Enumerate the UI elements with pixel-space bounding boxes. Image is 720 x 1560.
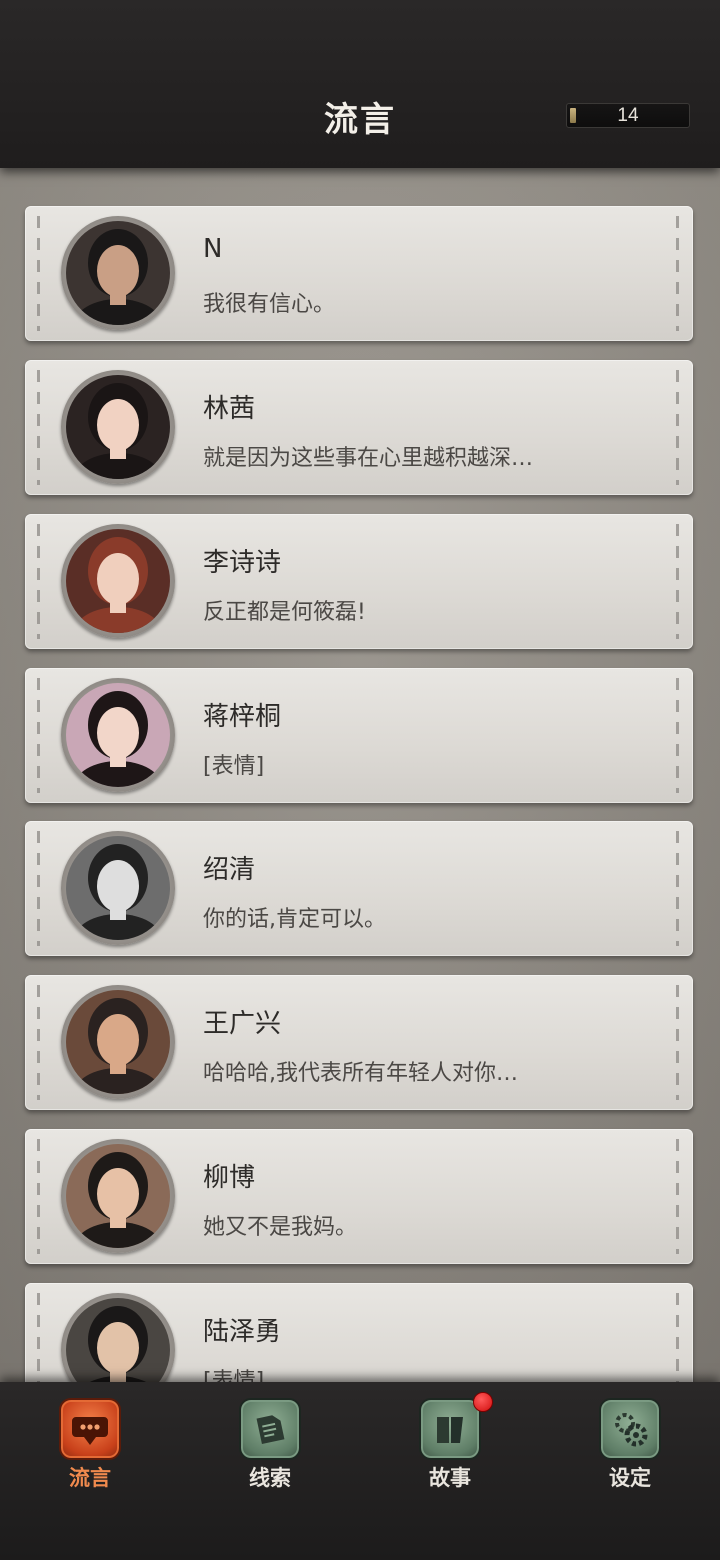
contact-name: 王广兴 [203,1009,282,1039]
bottom-navigation: 流言 线索 故事 设定 [0,1382,720,1560]
message-preview: 哈哈哈,我代表所有年轻人对你… [203,1061,518,1086]
message-preview: 你的话,肯定可以。 [203,907,386,932]
shaoqing-avatar [66,836,170,940]
message-preview: 她又不是我妈。 [203,1215,358,1240]
linxi-avatar [66,375,170,479]
contact-card[interactable]: 王广兴哈哈哈,我代表所有年轻人对你… [25,975,693,1110]
card-stitching [676,831,679,946]
avatar-frame [61,1293,175,1382]
message-preview: 我很有信心。 [203,292,336,317]
avatar-frame [61,370,175,484]
message-preview: 就是因为这些事在心里越积越深… [203,446,534,471]
nav-story[interactable]: 故事 [395,1392,505,1498]
card-stitching [37,1139,40,1254]
contact-card[interactable]: 林茜就是因为这些事在心里越积越深… [25,360,693,495]
nav-rumors[interactable]: 流言 [35,1398,145,1498]
gear-icon [599,1398,661,1460]
contact-card[interactable]: 绍清你的话,肯定可以。 [25,821,693,956]
card-stitching [37,524,40,639]
message-preview: [表情] [203,754,265,779]
contact-card[interactable]: 李诗诗反正都是何筱磊! [25,514,693,649]
contact-card[interactable]: 陆泽勇 [表情] [25,1283,693,1382]
contact-name: 林茜 [203,394,256,424]
card-stitching [676,370,679,485]
card-stitching [37,985,40,1100]
nav-label-settings: 设定 [609,1465,651,1490]
card-stitching [37,370,40,485]
nav-label-clues: 线索 [249,1465,291,1490]
counter-value: 14 [617,105,639,126]
message-preview: 反正都是何筱磊! [203,600,366,625]
card-stitching [676,524,679,639]
top-header: 流言 14 [0,0,720,168]
avatar-frame [61,216,175,330]
rumor-list[interactable]: N 我很有信心。林茜就是因为这些事在心里越积越深… 李诗诗反正都是何筱磊! 蒋梓桐 [表… [0,168,720,1382]
counter-badge: 14 [566,103,690,128]
card-stitching [676,1293,679,1382]
book-icon [419,1398,481,1460]
chat-bubble-icon [59,1398,121,1460]
luzeyong-avatar [66,1298,170,1382]
card-stitching [37,831,40,946]
nav-settings[interactable]: 设定 [575,1398,685,1498]
contact-name: 李诗诗 [203,548,282,578]
card-stitching [676,1139,679,1254]
contact-name: 蒋梓桐 [203,702,282,732]
contact-card[interactable]: 蒋梓桐 [表情] [25,668,693,803]
n-avatar [66,221,170,325]
lishishi-avatar [66,529,170,633]
message-preview: [表情] [203,1369,265,1382]
card-stitching [37,1293,40,1382]
nav-label-story: 故事 [429,1465,471,1490]
avatar-frame [61,524,175,638]
contact-card[interactable]: N 我很有信心。 [25,206,693,341]
notification-dot [473,1392,493,1412]
card-stitching [676,216,679,331]
nav-clues[interactable]: 线索 [215,1398,325,1498]
card-stitching [676,678,679,793]
card-stitching [37,678,40,793]
card-stitching [37,216,40,331]
card-stitching [676,985,679,1100]
contact-name: 陆泽勇 [203,1317,282,1347]
wangguangxing-avatar [66,990,170,1094]
document-icon [239,1398,301,1460]
contact-name: 柳博 [203,1163,256,1193]
contact-card[interactable]: 柳博 她又不是我妈。 [25,1129,693,1264]
contact-name: 绍清 [203,855,256,885]
liubo-avatar [66,1144,170,1248]
avatar-frame [61,831,175,945]
contact-name: N [203,234,223,264]
avatar-frame [61,985,175,1099]
nav-label-rumors: 流言 [69,1465,111,1490]
jiangzitong-avatar [66,683,170,787]
avatar-frame [61,1139,175,1253]
avatar-frame [61,678,175,792]
